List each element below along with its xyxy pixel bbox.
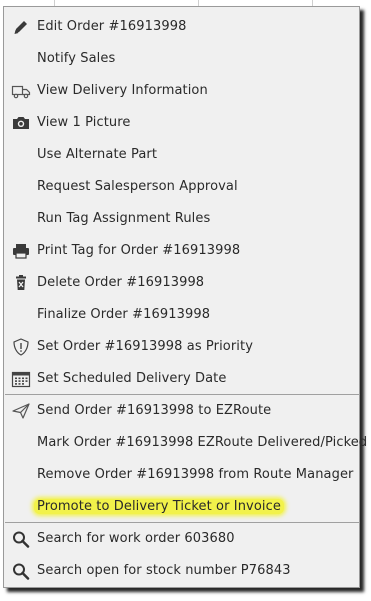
menu-item-mark-ezroute-delivered[interactable]: Mark Order #16913998 EZRoute Delivered/P… bbox=[4, 429, 371, 457]
menu-item-request-salesperson-approval[interactable]: Request Salesperson Approval bbox=[4, 173, 359, 201]
menu-item-label: Search open for stock number P76843 bbox=[37, 563, 291, 578]
menu-item-use-alternate-part[interactable]: Use Alternate Part bbox=[4, 141, 359, 169]
camera-icon bbox=[11, 114, 31, 132]
menu-item-view-delivery-information[interactable]: View Delivery Information bbox=[4, 77, 359, 105]
menu-item-label: Remove Order #16913998 from Route Manage… bbox=[37, 467, 354, 482]
context-menu: Edit Order #16913998 Notify Sales View D… bbox=[3, 6, 371, 588]
menu-item-remove-from-route-manager[interactable]: Remove Order #16913998 from Route Manage… bbox=[4, 461, 359, 489]
search-icon bbox=[11, 530, 31, 548]
menu-separator bbox=[5, 522, 360, 523]
menu-item-print-tag[interactable]: Print Tag for Order #16913998 bbox=[4, 237, 359, 265]
menu-item-label: Set Order #16913998 as Priority bbox=[37, 339, 253, 354]
menu-item-set-scheduled-delivery-date[interactable]: Set Scheduled Delivery Date bbox=[4, 365, 359, 393]
menu-item-run-tag-assignment-rules[interactable]: Run Tag Assignment Rules bbox=[4, 205, 359, 233]
menu-item-promote-to-delivery-ticket[interactable]: Promote to Delivery Ticket or Invoice bbox=[4, 493, 359, 521]
menu-item-label: Request Salesperson Approval bbox=[37, 179, 238, 194]
calendar-icon bbox=[11, 370, 31, 388]
truck-icon bbox=[11, 82, 31, 100]
trash-icon bbox=[11, 274, 31, 292]
menu-item-label: Run Tag Assignment Rules bbox=[37, 211, 211, 226]
menu-item-label: Notify Sales bbox=[37, 51, 116, 66]
menu-item-search-work-order[interactable]: Search for work order 603680 bbox=[4, 525, 359, 553]
menu-item-label: Mark Order #16913998 EZRoute Delivered/P… bbox=[37, 435, 371, 450]
menu-item-view-picture[interactable]: View 1 Picture bbox=[4, 109, 359, 137]
menu-item-label: Use Alternate Part bbox=[37, 147, 158, 162]
menu-item-label: Search for work order 603680 bbox=[37, 531, 235, 546]
shield-alert-icon bbox=[11, 338, 31, 356]
menu-item-label: View 1 Picture bbox=[37, 115, 131, 130]
menu-item-finalize-order[interactable]: Finalize Order #16913998 bbox=[4, 301, 359, 329]
menu-separator bbox=[5, 394, 360, 395]
screenshot-frame: Edit Order #16913998 Notify Sales View D… bbox=[0, 0, 371, 601]
pencil-icon bbox=[11, 18, 31, 36]
menu-item-label: Send Order #16913998 to EZRoute bbox=[37, 403, 272, 418]
menu-item-delete-order[interactable]: Delete Order #16913998 bbox=[4, 269, 359, 297]
printer-icon bbox=[11, 242, 31, 260]
menu-item-label: Set Scheduled Delivery Date bbox=[37, 371, 227, 386]
menu-item-label: Edit Order #16913998 bbox=[37, 19, 187, 34]
menu-item-label: Finalize Order #16913998 bbox=[37, 307, 211, 322]
menu-item-label: Delete Order #16913998 bbox=[37, 275, 205, 290]
menu-item-label: Print Tag for Order #16913998 bbox=[37, 243, 241, 258]
send-icon bbox=[11, 402, 31, 420]
menu-item-notify-sales[interactable]: Notify Sales bbox=[4, 45, 359, 73]
search-icon bbox=[11, 562, 31, 580]
menu-item-label: Promote to Delivery Ticket or Invoice bbox=[34, 499, 284, 514]
menu-item-edit-order[interactable]: Edit Order #16913998 bbox=[4, 13, 359, 41]
menu-item-send-to-ezroute[interactable]: Send Order #16913998 to EZRoute bbox=[4, 397, 359, 425]
menu-item-label: View Delivery Information bbox=[37, 83, 208, 98]
menu-item-set-priority[interactable]: Set Order #16913998 as Priority bbox=[4, 333, 359, 361]
menu-item-search-stock-number[interactable]: Search open for stock number P76843 bbox=[4, 557, 359, 585]
